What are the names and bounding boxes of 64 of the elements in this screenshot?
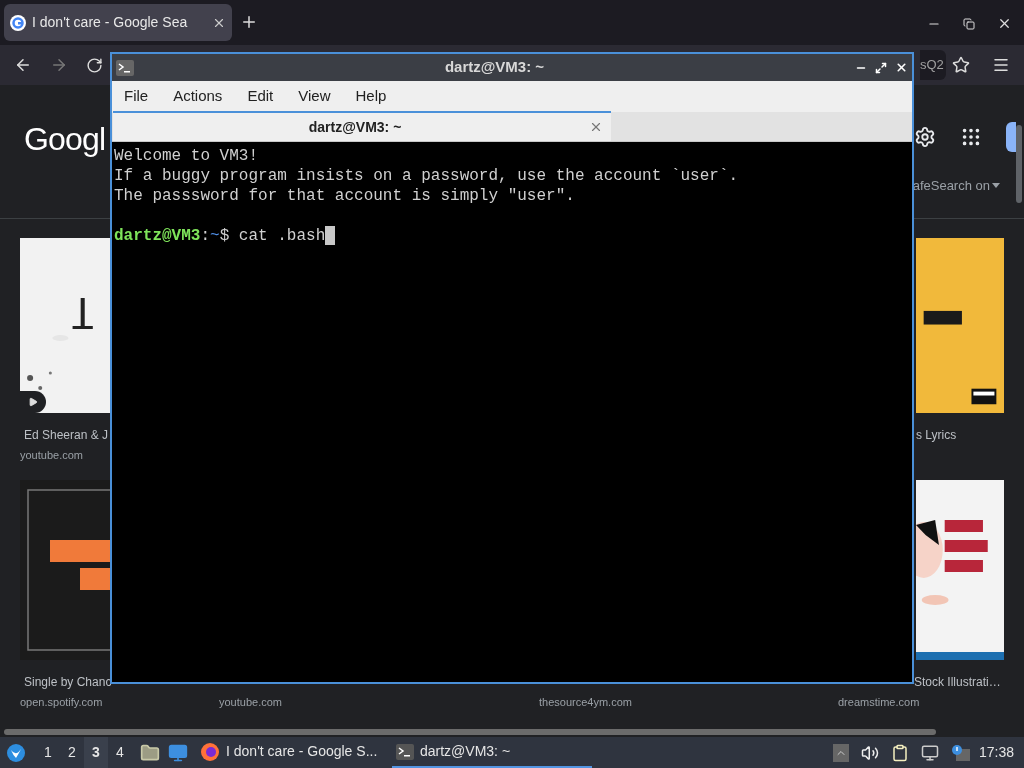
menu-item[interactable]: Actions bbox=[171, 85, 225, 108]
result-title[interactable]: s Lyrics bbox=[916, 427, 957, 443]
menu-item[interactable]: Edit bbox=[245, 85, 276, 108]
workspace-button[interactable]: 2 bbox=[60, 737, 84, 768]
prompt-path: ~ bbox=[210, 226, 220, 246]
start-icon[interactable] bbox=[6, 742, 26, 763]
taskbar-task[interactable]: dartz@VM3: ~ bbox=[392, 737, 592, 768]
prompt-user-host: dartz@VM3 bbox=[114, 226, 201, 246]
menu-item[interactable]: Help bbox=[353, 85, 389, 108]
maximize-icon[interactable] bbox=[875, 61, 887, 74]
star-icon[interactable] bbox=[952, 56, 970, 74]
result-source[interactable]: open.spotify.com bbox=[20, 696, 103, 708]
prompt-symbol: $ bbox=[219, 226, 231, 246]
clock[interactable]: 17:38 bbox=[978, 742, 1014, 763]
folder-icon[interactable] bbox=[140, 742, 160, 763]
result-source[interactable]: thesource4ym.com bbox=[539, 696, 632, 708]
result-source[interactable]: dreamstime.com bbox=[838, 696, 920, 708]
workspace-button[interactable]: 1 bbox=[36, 737, 60, 768]
menu-icon[interactable] bbox=[992, 56, 1010, 74]
desktop-icon[interactable] bbox=[168, 742, 188, 763]
volume-icon[interactable] bbox=[860, 743, 879, 762]
terminal-line: The passsword for that account is simply "user". bbox=[114, 186, 576, 206]
google-icon bbox=[10, 14, 26, 31]
forward-icon[interactable] bbox=[50, 56, 68, 74]
close-icon[interactable] bbox=[895, 61, 908, 74]
new-tab-icon[interactable] bbox=[240, 13, 258, 31]
taskbar-task[interactable]: I don't care - Google S... bbox=[196, 737, 384, 768]
result-title[interactable]: Single by Chanc bbox=[20, 674, 112, 690]
menu-item[interactable]: View bbox=[296, 85, 333, 108]
workspace-button[interactable]: 3 bbox=[84, 737, 108, 768]
play-icon bbox=[28, 397, 38, 407]
terminal-line: Welcome to VM3! bbox=[114, 146, 260, 166]
google-logo[interactable]: Googl bbox=[24, 115, 106, 218]
tab-title: I don't care - Google Sea bbox=[32, 13, 189, 32]
result-title[interactable]: Ed Sheeran & J bbox=[20, 427, 109, 443]
result-source[interactable]: youtube.com bbox=[20, 449, 83, 461]
tray-expand-button[interactable] bbox=[832, 743, 849, 762]
clipboard-icon[interactable] bbox=[890, 743, 909, 762]
result-source[interactable]: youtube.com bbox=[219, 696, 282, 708]
caret-down-icon bbox=[992, 183, 1000, 189]
reload-icon[interactable] bbox=[86, 56, 103, 74]
close-tab-icon[interactable] bbox=[589, 120, 603, 134]
sign-in-button[interactable] bbox=[1006, 122, 1016, 152]
window-title: dartz@VM3: ~ bbox=[443, 57, 546, 78]
apps-icon[interactable] bbox=[960, 126, 982, 148]
close-icon[interactable] bbox=[997, 16, 1012, 31]
horizontal-scrollbar[interactable] bbox=[4, 729, 936, 735]
result-title[interactable]: Stock Illustrati… bbox=[914, 674, 1001, 690]
browser-tab[interactable]: I don't care - Google Sea bbox=[4, 4, 232, 41]
notification-icon[interactable] bbox=[950, 743, 971, 762]
safesearch-toggle[interactable]: afeSearch on bbox=[912, 176, 1000, 196]
workspace-button[interactable]: 4 bbox=[108, 737, 132, 768]
terminal-icon bbox=[396, 743, 414, 760]
back-icon[interactable] bbox=[14, 56, 32, 74]
terminal-line: If a buggy program insists on a password, use the account `user`. bbox=[114, 166, 740, 186]
terminal-tab[interactable]: dartz@VM3: ~ bbox=[113, 111, 611, 141]
restore-icon[interactable] bbox=[963, 17, 975, 30]
terminal-icon bbox=[116, 59, 134, 76]
prompt-separator: : bbox=[200, 226, 211, 246]
address-bar[interactable]: sQ2 bbox=[920, 50, 946, 80]
settings-icon[interactable] bbox=[914, 126, 936, 148]
menu-item[interactable]: File bbox=[122, 85, 151, 108]
text-cursor bbox=[325, 226, 336, 245]
command-text: cat .bash bbox=[238, 226, 326, 246]
